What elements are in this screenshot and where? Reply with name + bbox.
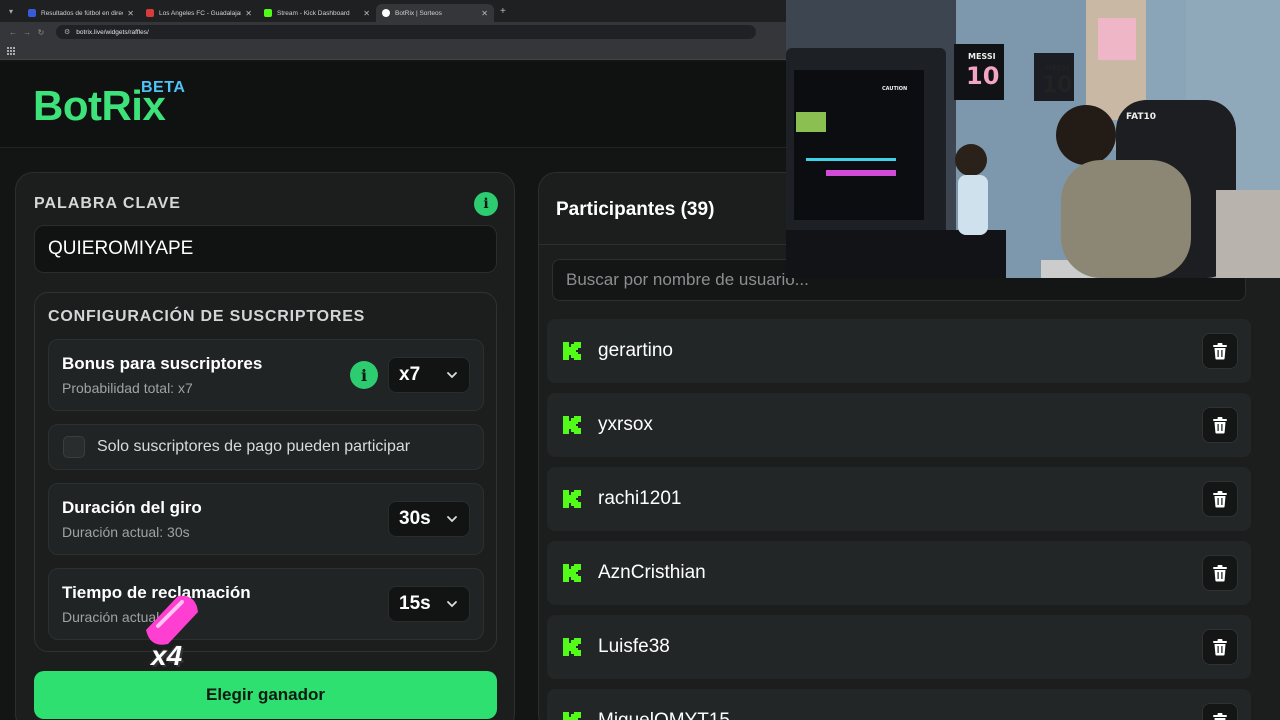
- spin-duration-select[interactable]: 30s: [388, 501, 470, 537]
- url-field[interactable]: ⚙ botrix.live/widgets/raffles/: [56, 25, 756, 39]
- kick-icon: [563, 564, 581, 582]
- paid-only-checkbox[interactable]: [63, 436, 85, 458]
- browser-tab-2[interactable]: Los Angeles FC - Guadalajara C ✕: [140, 4, 258, 22]
- participant-row[interactable]: rachi1201: [547, 467, 1251, 531]
- screen: ▾ Resultados de fútbol en directo ✕ Los …: [0, 0, 1280, 720]
- participant-name: yxrsox: [598, 414, 653, 435]
- new-tab-icon[interactable]: +: [500, 6, 506, 17]
- delete-participant-button[interactable]: [1202, 703, 1238, 720]
- apps-grid-icon[interactable]: [7, 47, 15, 55]
- sticker-label: x4: [151, 640, 183, 671]
- participant-row[interactable]: MiguelOMYT15: [547, 689, 1251, 720]
- trash-icon: [1213, 343, 1227, 360]
- spin-duration-card: Duración del giro Duración actual: 30s 3…: [48, 483, 484, 555]
- info-icon[interactable]: i: [474, 192, 498, 216]
- chair-label: FAT10: [1126, 112, 1157, 122]
- participant-row[interactable]: yxrsox: [547, 393, 1251, 457]
- webcam-scene: [786, 0, 1280, 278]
- trash-icon: [1213, 565, 1227, 582]
- participant-row[interactable]: Luisfe38: [547, 615, 1251, 679]
- close-icon[interactable]: ✕: [481, 9, 488, 18]
- participant-row[interactable]: AznCristhian: [547, 541, 1251, 605]
- trash-icon: [1213, 417, 1227, 434]
- tab-favicon: [264, 9, 272, 17]
- spin-duration-title: Duración del giro: [62, 498, 202, 517]
- tab-title: Los Angeles FC - Guadalajara C: [159, 9, 241, 17]
- tab-title: BotRix | Sorteos: [395, 9, 442, 17]
- paid-only-card[interactable]: Solo suscriptores de pago pueden partici…: [48, 424, 484, 470]
- participant-name: gerartino: [598, 340, 673, 361]
- delete-participant-button[interactable]: [1202, 629, 1238, 665]
- close-icon[interactable]: ✕: [363, 9, 370, 18]
- trash-icon: [1213, 491, 1227, 508]
- tab-favicon: [382, 9, 390, 17]
- kick-icon: [563, 712, 581, 720]
- jersey-name: MESSI: [1045, 64, 1070, 72]
- delete-participant-button[interactable]: [1202, 481, 1238, 517]
- beta-badge: BETA: [141, 79, 186, 96]
- raffle-settings-panel: PALABRA CLAVE i QUIEROMIYAPE CONFIGURACI…: [15, 172, 515, 720]
- forward-icon[interactable]: →: [20, 28, 34, 37]
- delete-participant-button[interactable]: [1202, 407, 1238, 443]
- info-icon[interactable]: i: [350, 361, 378, 389]
- jersey-name: MESSI: [968, 52, 996, 61]
- trash-icon: [1213, 713, 1227, 720]
- delete-participant-button[interactable]: [1202, 333, 1238, 369]
- participant-name: rachi1201: [598, 488, 682, 509]
- tab-favicon: [146, 9, 154, 17]
- claim-time-select[interactable]: 15s: [388, 586, 470, 622]
- tab-title: Resultados de fútbol en directo: [41, 9, 124, 17]
- tab-search-icon[interactable]: ▾: [4, 4, 18, 18]
- subscriber-config-section: CONFIGURACIÓN DE SUSCRIPTORES Bonus para…: [34, 292, 497, 652]
- participant-name: Luisfe38: [598, 636, 670, 657]
- close-icon[interactable]: ✕: [127, 9, 134, 18]
- url-text: botrix.live/widgets/raffles/: [76, 28, 149, 36]
- bonus-select-value: x7: [399, 364, 421, 385]
- tab-title: Stream - Kick Dashboard: [277, 9, 350, 17]
- browser-tab-3[interactable]: Stream - Kick Dashboard ✕: [258, 4, 376, 22]
- close-icon[interactable]: ✕: [245, 9, 252, 18]
- bonus-card: Bonus para suscriptores Probabilidad tot…: [48, 339, 484, 411]
- browser-tab-4[interactable]: BotRix | Sorteos ✕: [376, 4, 494, 22]
- chevron-down-icon: [447, 372, 457, 379]
- jersey-number: 10: [1042, 73, 1073, 98]
- participants-title: Participantes (39): [556, 199, 715, 220]
- bonus-subtitle: Probabilidad total: x7: [62, 380, 193, 396]
- spin-duration-value: 30s: [399, 508, 431, 529]
- kick-icon: [563, 416, 581, 434]
- webcam-overlay: MESSI 10 MESSI 10 FAT10 CAUTION: [786, 0, 1280, 278]
- tab-favicon: [28, 9, 36, 17]
- browser-tab-1[interactable]: Resultados de fútbol en directo ✕: [22, 4, 140, 22]
- back-icon[interactable]: ←: [6, 28, 20, 37]
- spin-duration-subtitle: Duración actual: 30s: [62, 524, 190, 540]
- participant-name: MiguelOMYT15: [598, 710, 730, 720]
- keyword-input[interactable]: QUIEROMIYAPE: [34, 225, 497, 273]
- keyword-title: PALABRA CLAVE: [34, 195, 181, 212]
- paid-only-label: Solo suscriptores de pago pueden partici…: [97, 438, 411, 455]
- pick-winner-button[interactable]: Elegir ganador: [34, 671, 497, 719]
- kick-icon: [563, 342, 581, 360]
- claim-time-card: Tiempo de reclamación Duración actual: 1…: [48, 568, 484, 640]
- caution-label: CAUTION: [882, 86, 908, 92]
- reload-icon[interactable]: ↻: [34, 28, 48, 37]
- kick-icon: [563, 638, 581, 656]
- subscriber-config-title: CONFIGURACIÓN DE SUSCRIPTORES: [48, 308, 366, 325]
- chevron-down-icon: [447, 516, 457, 523]
- participant-row[interactable]: gerartino: [547, 319, 1251, 383]
- claim-time-value: 15s: [399, 593, 431, 614]
- jersey-number: 10: [966, 62, 1000, 90]
- delete-participant-button[interactable]: [1202, 555, 1238, 591]
- chevron-down-icon: [447, 601, 457, 608]
- bonus-select[interactable]: x7: [388, 357, 470, 393]
- site-info-icon[interactable]: ⚙: [64, 28, 70, 36]
- kick-icon: [563, 490, 581, 508]
- trash-icon: [1213, 639, 1227, 656]
- bonus-title: Bonus para suscriptores: [62, 354, 263, 373]
- participant-name: AznCristhian: [598, 562, 706, 583]
